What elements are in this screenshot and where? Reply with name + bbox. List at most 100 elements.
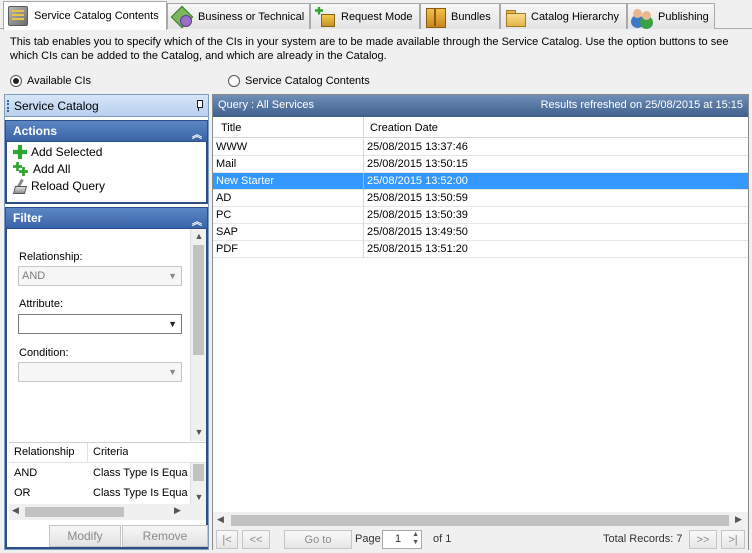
tab-label: Request Mode	[341, 10, 413, 23]
scroll-left-icon[interactable]: ◀	[12, 505, 19, 516]
table-row[interactable]: SAP 25/08/2015 13:49:50	[213, 224, 748, 241]
tab-label: Business or Technical	[198, 10, 305, 23]
scroll-right-icon[interactable]: ▶	[174, 505, 181, 516]
tab-bundles[interactable]: Bundles	[420, 3, 500, 29]
reload-query-action[interactable]: Reload Query	[13, 178, 105, 194]
page-total: of 1	[433, 533, 452, 545]
table-row[interactable]: PDF 25/08/2015 13:51:20	[213, 241, 748, 258]
column-header-criteria[interactable]: Criteria	[93, 446, 128, 458]
action-label: Reload Query	[31, 179, 106, 193]
row-title: WWW	[216, 141, 248, 153]
available-cis-radio[interactable]: Available CIs	[10, 75, 91, 87]
last-page-button[interactable]: >|	[721, 530, 745, 549]
relationship-value: AND	[22, 270, 46, 282]
filter-header[interactable]: Filter ︽	[5, 207, 208, 229]
request-package-icon	[315, 7, 335, 27]
radio-label: Available CIs	[27, 75, 91, 87]
service-catalog-panel: Service Catalog Actions ︽ Add Selected A…	[4, 94, 209, 550]
tab-request-mode[interactable]: Request Mode	[310, 3, 420, 29]
go-to-button[interactable]: Go to	[284, 530, 352, 549]
gem-icon	[172, 7, 192, 27]
row-creation-date: 25/08/2015 13:52:00	[367, 175, 468, 187]
first-page-button[interactable]: |<	[216, 530, 238, 549]
table-row-selected[interactable]: New Starter 25/08/2015 13:52:00	[213, 173, 748, 190]
attribute-select[interactable]: ▼	[18, 314, 182, 334]
action-label: Add All	[33, 162, 71, 176]
add-selected-action[interactable]: Add Selected	[13, 144, 102, 160]
actions-list: Add Selected Add All Reload Query	[5, 142, 208, 204]
scroll-down-icon[interactable]: ▼	[191, 425, 207, 439]
chevron-down-icon: ▼	[168, 271, 177, 281]
page-number-input[interactable]: 1 ▲ ▼	[382, 530, 422, 549]
table-row[interactable]: AND Class Type Is Equa	[9, 464, 190, 484]
query-label: Query : All Services	[218, 99, 314, 111]
modify-button[interactable]: Modify	[49, 525, 121, 547]
table-row[interactable]: PC 25/08/2015 13:50:39	[213, 207, 748, 224]
tab-publishing[interactable]: Publishing	[627, 3, 715, 29]
column-divider	[363, 190, 364, 207]
pin-icon[interactable]	[195, 100, 203, 111]
add-all-action[interactable]: Add All	[13, 161, 70, 177]
row-title: Mail	[216, 158, 237, 170]
grid-hscrollbar[interactable]: ◀ ▶	[213, 512, 748, 529]
radio-label: Service Catalog Contents	[245, 75, 370, 87]
criteria-vscrollbar[interactable]: ▼	[190, 463, 206, 504]
scroll-left-icon[interactable]: ◀	[217, 514, 224, 525]
refresh-status: Results refreshed on 25/08/2015 at 15:15	[540, 99, 743, 111]
table-row[interactable]: OR Class Type Is Equa	[9, 484, 190, 504]
service-catalog-contents-radio[interactable]: Service Catalog Contents	[228, 75, 370, 87]
description-text: This tab enables you to specify which of…	[10, 36, 729, 62]
next-page-button[interactable]: >>	[689, 530, 717, 549]
collapse-chevron-icon[interactable]: ︽	[192, 213, 202, 228]
column-header-relationship[interactable]: Relationship	[14, 446, 75, 458]
remove-button[interactable]: Remove	[122, 525, 208, 547]
page-number-value: 1	[395, 533, 402, 545]
grid-header-row: Title Creation Date	[213, 117, 748, 138]
column-divider[interactable]	[363, 117, 364, 138]
scroll-thumb[interactable]	[193, 245, 204, 355]
filter-scrollbar[interactable]: ▲ ▼	[190, 229, 206, 441]
column-header-creation-date[interactable]: Creation Date	[370, 122, 438, 134]
spinner-arrows-icon[interactable]: ▲ ▼	[412, 531, 419, 547]
condition-label: Condition:	[19, 347, 69, 359]
add-icon	[13, 145, 27, 159]
criteria-text: Class Type Is Equa	[93, 487, 188, 499]
table-row[interactable]: Mail 25/08/2015 13:50:15	[213, 156, 748, 173]
tab-label: Catalog Hierarchy	[531, 10, 620, 23]
prev-page-button[interactable]: <<	[242, 530, 270, 549]
broom-icon	[13, 179, 27, 193]
attribute-label: Attribute:	[19, 298, 64, 310]
chevron-down-icon: ▼	[168, 367, 177, 377]
scroll-thumb[interactable]	[231, 515, 729, 526]
column-divider	[363, 173, 364, 190]
scroll-up-icon[interactable]: ▲	[191, 229, 207, 243]
tab-business-or-technical[interactable]: Business or Technical	[167, 3, 310, 29]
column-header-title[interactable]: Title	[221, 122, 241, 134]
query-bar: Query : All Services Results refreshed o…	[213, 95, 748, 117]
tab-label: Publishing	[658, 10, 709, 23]
actions-title: Actions	[13, 124, 58, 138]
row-creation-date: 25/08/2015 13:50:39	[367, 209, 468, 221]
criteria-header-row: Relationship Criteria	[9, 443, 206, 463]
grip-handle[interactable]	[7, 100, 9, 112]
page-label: Page	[355, 533, 381, 545]
row-creation-date: 25/08/2015 13:49:50	[367, 226, 468, 238]
condition-select[interactable]: ▼	[18, 362, 182, 382]
collapse-chevron-icon[interactable]: ︽	[192, 126, 202, 141]
scroll-thumb[interactable]	[25, 507, 124, 517]
relationship-select[interactable]: AND ▼	[18, 266, 182, 286]
tab-service-catalog-contents[interactable]: Service Catalog Contents	[3, 1, 167, 30]
radio-dot[interactable]	[10, 75, 22, 87]
table-row[interactable]: WWW 25/08/2015 13:37:46	[213, 139, 748, 156]
action-label: Add Selected	[31, 145, 103, 159]
criteria-text: Class Type Is Equa	[93, 467, 188, 479]
scroll-right-icon[interactable]: ▶	[735, 514, 742, 525]
people-icon	[632, 7, 652, 27]
actions-header[interactable]: Actions ︽	[5, 120, 208, 142]
criteria-hscrollbar[interactable]: ◀ ▶	[9, 504, 206, 520]
table-row[interactable]: AD 25/08/2015 13:50:59	[213, 190, 748, 207]
scroll-down-icon[interactable]: ▼	[191, 490, 207, 504]
radio-dot[interactable]	[228, 75, 240, 87]
tab-catalog-hierarchy[interactable]: Catalog Hierarchy	[500, 3, 627, 29]
scroll-thumb[interactable]	[193, 464, 204, 481]
